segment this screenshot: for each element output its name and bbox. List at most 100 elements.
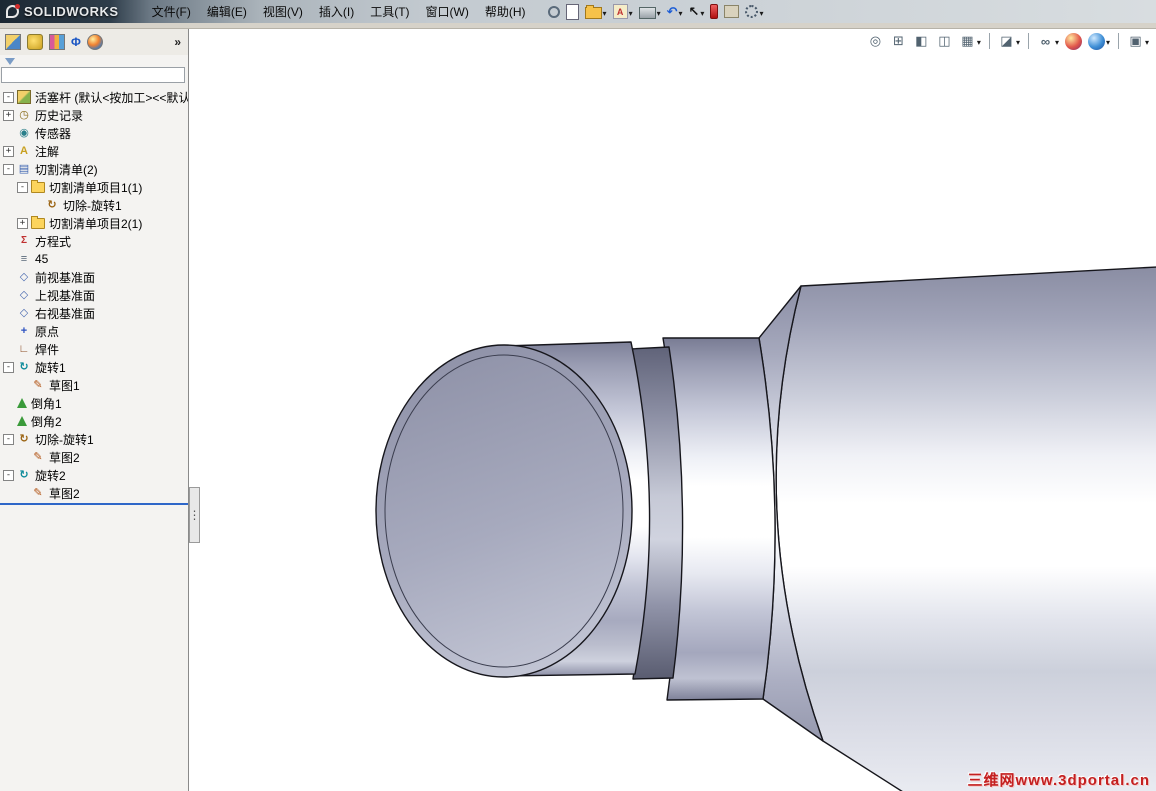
tree-item[interactable]: 方程式 [0, 232, 188, 250]
record-macro-button[interactable] [709, 3, 719, 20]
revolve-icon [17, 468, 31, 482]
hide-show-items-button[interactable] [1036, 31, 1060, 51]
tree-item[interactable]: 草图2 [0, 448, 188, 466]
chevron-down-icon [1106, 32, 1110, 50]
tree-item[interactable]: - 切割清单项目1(1) [0, 178, 188, 196]
tree-filter-input[interactable] [1, 67, 185, 83]
chevron-down-icon [977, 32, 981, 50]
tree-item-label: 倒角2 [31, 414, 62, 429]
new-document-icon [565, 3, 579, 20]
edit-appearance-button[interactable] [1064, 32, 1083, 51]
tree-item[interactable]: 45 [0, 250, 188, 268]
make-drawing-icon [612, 4, 628, 19]
view-settings-button[interactable] [1126, 31, 1150, 51]
apply-scene-button[interactable] [1087, 31, 1111, 51]
tree-item[interactable]: 焊件 [0, 340, 188, 358]
tree-item[interactable]: 切除-旋转1 [0, 196, 188, 214]
print-button[interactable] [638, 3, 662, 20]
menu-item[interactable]: 帮助(H) [478, 1, 533, 22]
section-view-icon [913, 33, 930, 50]
expander-toggle[interactable]: + [17, 217, 28, 229]
tree-item-label: 旋转1 [35, 360, 66, 375]
tree-item[interactable]: + 切割清单项目2(1) [0, 214, 188, 232]
tree-item[interactable]: 草图2 [0, 484, 188, 502]
feature-manager-panel: » -活塞杆 (默认<按加工><<默认+历史记录传感器+注解-切割清单(2)-切… [0, 29, 189, 791]
hide-show-items-icon [1037, 33, 1054, 50]
expander-toggle[interactable]: + [3, 109, 14, 121]
standard-views-button[interactable] [958, 31, 982, 51]
panel-tabs-overflow[interactable]: » [174, 35, 183, 49]
tree-item-label: 切除-旋转1 [35, 432, 94, 447]
record-macro-icon [710, 4, 719, 19]
zoom-fit-icon [867, 33, 884, 50]
menu-item[interactable]: 文件(F) [145, 1, 198, 22]
graphics-viewport[interactable]: 三维网www.3dportal.cn [189, 29, 1156, 791]
tree-item[interactable]: 原点 [0, 322, 188, 340]
tree-item[interactable]: + 注解 [0, 142, 188, 160]
tree-item-label: 草图2 [49, 450, 80, 465]
tree-item-label: 切割清单项目2(1) [49, 216, 143, 231]
featuremanager-tab-icon [5, 34, 21, 50]
tree-item[interactable]: 前视基准面 [0, 268, 188, 286]
chevron-down-icon [700, 5, 704, 19]
tab-dimxpert[interactable] [71, 35, 81, 49]
menu-item[interactable]: 工具(T) [363, 1, 416, 22]
tree-item[interactable]: + 历史记录 [0, 106, 188, 124]
options-gear-icon [745, 5, 759, 18]
tree-item[interactable]: - 活塞杆 (默认<按加工><<默认 [0, 88, 188, 106]
expander-toggle[interactable]: - [3, 91, 14, 103]
chevron-down-icon [679, 5, 683, 19]
toolbox-button[interactable] [723, 4, 740, 19]
tree-item[interactable]: 上视基准面 [0, 286, 188, 304]
tab-featuremanager[interactable] [5, 34, 21, 50]
make-drawing-button[interactable] [612, 3, 634, 20]
part-icon [17, 90, 31, 104]
undo-button[interactable] [666, 3, 684, 21]
new-document-button[interactable] [565, 3, 580, 21]
weldment-icon [17, 342, 31, 356]
pin-button[interactable] [547, 5, 561, 19]
open-button[interactable] [584, 3, 608, 20]
display-style-button[interactable] [997, 31, 1021, 51]
expander-toggle[interactable]: - [3, 163, 14, 175]
zoom-fit-button[interactable] [866, 32, 885, 51]
tab-propertymanager[interactable] [27, 34, 43, 50]
expander-toggle[interactable]: - [3, 469, 14, 481]
menu-item[interactable]: 窗口(W) [419, 1, 476, 22]
tree-item-label: 45 [35, 252, 49, 266]
menu-bar: SOLIDWORKS 文件(F) 编辑(E) 视图(V) 插入(I) 工具(T) 窗口(W… [0, 0, 1156, 23]
options-gear-button[interactable] [744, 4, 764, 20]
tree-item[interactable]: 草图1 [0, 376, 188, 394]
section-view-button[interactable] [912, 32, 931, 51]
tree-item-label: 传感器 [35, 126, 72, 141]
expander-toggle[interactable]: - [3, 433, 14, 445]
solidworks-logo: SOLIDWORKS [0, 4, 129, 19]
piston-rod-model[interactable] [189, 29, 1156, 791]
rollback-bar[interactable] [0, 503, 188, 505]
cut-revolve-icon [17, 432, 31, 446]
tree-item-label: 方程式 [35, 234, 72, 249]
undo-icon [667, 4, 678, 20]
expander-toggle[interactable]: - [3, 361, 14, 373]
plane-icon [17, 270, 31, 284]
expander-toggle[interactable]: - [17, 181, 28, 193]
panel-splitter[interactable] [189, 487, 200, 543]
apply-scene-icon [1087, 32, 1105, 50]
menu-item[interactable]: 视图(V) [256, 1, 310, 22]
tree-item[interactable]: - 旋转2 [0, 466, 188, 484]
tree-item[interactable]: 右视基准面 [0, 304, 188, 322]
tree-item[interactable]: 传感器 [0, 124, 188, 142]
tree-item[interactable]: - 旋转1 [0, 358, 188, 376]
expander-toggle[interactable]: + [3, 145, 14, 157]
menu-item[interactable]: 插入(I) [312, 1, 361, 22]
tab-configurationmanager[interactable] [49, 34, 65, 50]
tree-item[interactable]: - 切除-旋转1 [0, 430, 188, 448]
tree-item[interactable]: 倒角1 [0, 394, 188, 412]
tree-item[interactable]: 倒角2 [0, 412, 188, 430]
zoom-area-button[interactable] [889, 32, 908, 51]
select-button[interactable] [688, 3, 706, 21]
view-orientation-button[interactable] [935, 32, 954, 51]
menu-item[interactable]: 编辑(E) [200, 1, 254, 22]
tree-item[interactable]: - 切割清单(2) [0, 160, 188, 178]
tab-displaymanager[interactable] [86, 34, 103, 50]
